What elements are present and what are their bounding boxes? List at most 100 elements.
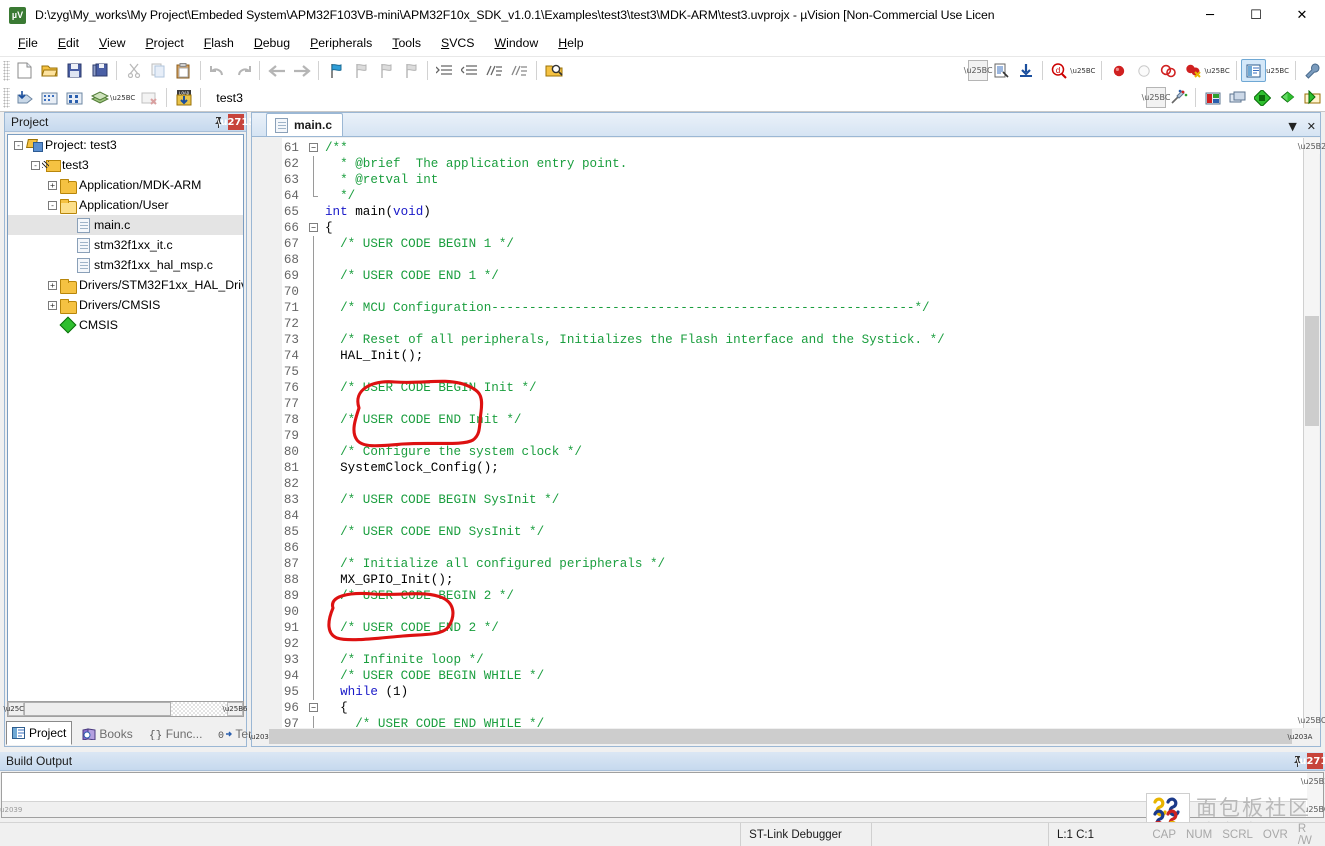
- debug-dropdown-caret[interactable]: \u25BC: [1070, 67, 1095, 75]
- code-line[interactable]: 64 */: [253, 188, 1319, 204]
- code-line[interactable]: 82: [253, 476, 1319, 492]
- batch-build-dropdown-caret[interactable]: \u25BC: [110, 94, 135, 102]
- undo-icon[interactable]: [205, 59, 230, 82]
- tree-item-test3[interactable]: - test3: [8, 155, 243, 175]
- paste-icon[interactable]: [171, 59, 196, 82]
- close-icon[interactable]: ✕: [1307, 120, 1316, 133]
- rebuild-all-icon[interactable]: [62, 86, 87, 109]
- target-history-dropdown[interactable]: \u25BC: [964, 60, 993, 81]
- indent-left-icon[interactable]: [457, 59, 482, 82]
- code-line[interactable]: 61−/**: [253, 140, 1319, 156]
- redo-icon[interactable]: [230, 59, 255, 82]
- disable-breakpoint-icon[interactable]: [1131, 59, 1156, 82]
- fold-marker[interactable]: −: [305, 220, 325, 236]
- code-line[interactable]: 93 /* Infinite loop */: [253, 652, 1319, 668]
- code-line[interactable]: 70: [253, 284, 1319, 300]
- chevron-down-icon[interactable]: ▼: [1288, 120, 1296, 133]
- project-tree-hscrollbar[interactable]: \u25C0 \u25B6: [3, 701, 247, 717]
- code-line[interactable]: 95 while (1): [253, 684, 1319, 700]
- bookmark-next-icon[interactable]: [373, 59, 398, 82]
- target-options-icon[interactable]: [988, 59, 1013, 82]
- expand-icon[interactable]: +: [48, 300, 57, 310]
- code-line[interactable]: 80 /* Configure the system clock */: [253, 444, 1319, 460]
- code-line[interactable]: 91 /* USER CODE END 2 */: [253, 620, 1319, 636]
- code-line[interactable]: 78 /* USER CODE END Init */: [253, 412, 1319, 428]
- hscroll-thumb[interactable]: [24, 702, 171, 716]
- vscroll-up-arrow[interactable]: \u25B2: [1298, 138, 1325, 154]
- code-line[interactable]: 88 MX_GPIO_Init();: [253, 572, 1319, 588]
- breakpoints-dropdown-caret[interactable]: \u25BC: [1204, 67, 1229, 75]
- build-vscroll-up-arrow[interactable]: \u25B2: [1301, 773, 1325, 789]
- code-line[interactable]: 74 HAL_Init();: [253, 348, 1319, 364]
- navigate-forward-icon[interactable]: [289, 59, 314, 82]
- hscroll-left-arrow[interactable]: \u2039: [249, 730, 274, 744]
- build-hscroll-left-arrow[interactable]: \u2039: [0, 803, 22, 817]
- batch-build-icon[interactable]: [87, 86, 112, 109]
- stop-build-icon[interactable]: [137, 86, 162, 109]
- translate-file-icon[interactable]: [12, 86, 37, 109]
- code-line[interactable]: 77: [253, 396, 1319, 412]
- toolbar-grip[interactable]: [3, 60, 10, 81]
- code-line[interactable]: 62 * @brief The application entry point.: [253, 156, 1319, 172]
- close-button[interactable]: ✕: [1279, 0, 1325, 30]
- code-line[interactable]: 75: [253, 364, 1319, 380]
- collapse-icon[interactable]: -: [31, 160, 40, 170]
- copy-icon[interactable]: [146, 59, 171, 82]
- build-target-icon[interactable]: [37, 86, 62, 109]
- tree-item-application-user[interactable]: - Application/User: [8, 195, 243, 215]
- hscroll-right-arrow[interactable]: \u203A: [1288, 730, 1313, 744]
- vscroll-thumb[interactable]: [1305, 316, 1319, 426]
- code-line[interactable]: 92: [253, 636, 1319, 652]
- code-line[interactable]: 69 /* USER CODE END 1 */: [253, 268, 1319, 284]
- editor-vscrollbar[interactable]: \u25B2 \u25BC: [1298, 138, 1325, 728]
- code-line[interactable]: 87 /* Initialize all configured peripher…: [253, 556, 1319, 572]
- uncomment-lines-icon[interactable]: [507, 59, 532, 82]
- code-line[interactable]: 63 * @retval int: [253, 172, 1319, 188]
- layout-dropdown-caret[interactable]: \u25BC: [1264, 67, 1289, 75]
- indent-right-icon[interactable]: [432, 59, 457, 82]
- code-line[interactable]: 79: [253, 428, 1319, 444]
- manage-project-items-icon[interactable]: [1200, 86, 1225, 109]
- minimize-button[interactable]: ─: [1187, 0, 1233, 30]
- editor-hscrollbar[interactable]: \u2039 \u203A: [249, 728, 1319, 745]
- tree-item-main-c[interactable]: main.c: [8, 215, 243, 235]
- cut-icon[interactable]: [121, 59, 146, 82]
- select-target-combo[interactable]: test3: [209, 87, 355, 108]
- code-line[interactable]: 96− {: [253, 700, 1319, 716]
- hscroll-track[interactable]: [171, 702, 227, 716]
- tree-item-project-test3[interactable]: - Project: test3: [8, 135, 243, 155]
- maximize-button[interactable]: ☐: [1233, 0, 1279, 30]
- options-for-target-icon[interactable]: [1166, 86, 1191, 109]
- open-file-icon[interactable]: [37, 59, 62, 82]
- project-tree[interactable]: - Project: test3- test3 + Application/MDK-AR…: [7, 134, 244, 714]
- code-line[interactable]: 65 int main(void): [253, 204, 1319, 220]
- menu-file[interactable]: File: [8, 33, 48, 53]
- code-line[interactable]: 85 /* USER CODE END SysInit */: [253, 524, 1319, 540]
- comment-lines-icon[interactable]: [482, 59, 507, 82]
- manage-run-time-env-icon[interactable]: [1275, 86, 1300, 109]
- save-icon[interactable]: [62, 59, 87, 82]
- code-line[interactable]: 89 /* USER CODE BEGIN 2 */: [253, 588, 1319, 604]
- code-line[interactable]: 67 /* USER CODE BEGIN 1 */: [253, 236, 1319, 252]
- new-file-icon[interactable]: [12, 59, 37, 82]
- configuration-wizard-icon[interactable]: [1300, 59, 1325, 82]
- collapse-icon[interactable]: -: [48, 200, 57, 210]
- toolbar-grip[interactable]: [3, 87, 10, 108]
- code-line[interactable]: 66−{: [253, 220, 1319, 236]
- menu-peripherals[interactable]: Peripherals: [300, 33, 382, 53]
- hscroll-right-arrow[interactable]: \u25B6: [223, 702, 247, 716]
- menu-flash[interactable]: Flash: [194, 33, 244, 53]
- menu-view[interactable]: View: [89, 33, 135, 53]
- code-line[interactable]: 72: [253, 316, 1319, 332]
- select-software-packs-icon[interactable]: [1300, 86, 1325, 109]
- menu-edit[interactable]: Edit: [48, 33, 89, 53]
- hscroll-thumb[interactable]: [269, 729, 1292, 744]
- menu-tools[interactable]: Tools: [382, 33, 431, 53]
- build-output-text[interactable]: \u25B2 \u25BC \u2039: [0, 772, 1325, 818]
- build-output-close-icon[interactable]: \u2715: [1296, 753, 1325, 769]
- hscroll-left-arrow[interactable]: \u25C0: [3, 702, 29, 716]
- window-layout-icon[interactable]: [1240, 59, 1266, 82]
- menu-help[interactable]: Help: [548, 33, 593, 53]
- panel-tab-func[interactable]: {} Func...: [143, 723, 209, 745]
- navigate-back-icon[interactable]: [264, 59, 289, 82]
